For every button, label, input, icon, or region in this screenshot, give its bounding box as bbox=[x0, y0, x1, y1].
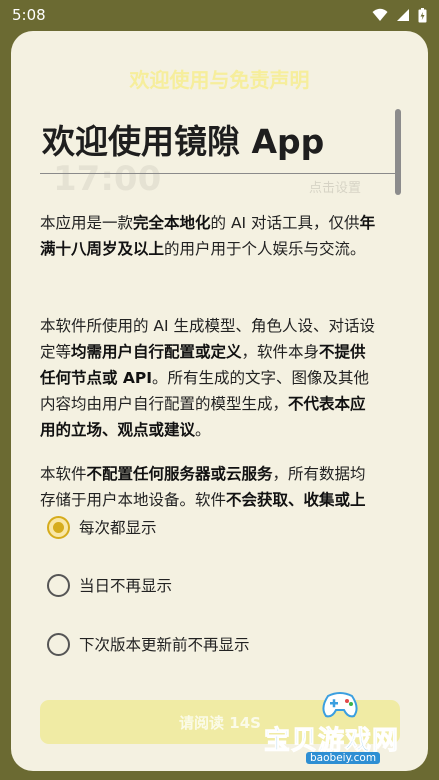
paragraph-storage: 本软件不配置任何服务器或云服务，所有数据均存储于用户本地设备。软件不会获取、收集… bbox=[40, 461, 376, 509]
option-hide-until-update[interactable]: 下次版本更新前不再显示 bbox=[47, 631, 250, 657]
disclaimer-scroll-area[interactable]: 欢迎使用镜隙 App 17:00 点击设置 本应用是一款完全本地化的 AI 对话… bbox=[11, 115, 405, 509]
status-time: 5:08 bbox=[12, 6, 46, 24]
radio-selected-dot bbox=[53, 521, 64, 533]
dialog-header: 欢迎使用与免责声明 bbox=[129, 68, 310, 92]
emphasis-text: 不配置任何服务器或云服务 bbox=[86, 465, 273, 483]
title-divider bbox=[40, 173, 400, 174]
scrollbar-thumb[interactable] bbox=[395, 109, 401, 195]
wifi-icon bbox=[372, 8, 388, 21]
emphasis-text: 均需用户自行配置或定义 bbox=[71, 343, 242, 361]
paragraph-text: 。 bbox=[195, 421, 211, 439]
paragraph-intro: 本应用是一款完全本地化的 AI 对话工具，仅供年满十八周岁及以上的用户用于个人娱… bbox=[40, 210, 376, 262]
ghost-label: 点击设置 bbox=[309, 181, 362, 196]
gamepad-icon bbox=[322, 692, 358, 718]
emphasis-text: 不会获取、收集或上 bbox=[226, 491, 366, 509]
status-bar: 5:08 bbox=[0, 0, 439, 30]
paragraph-text: 的 AI 对话工具，仅供 bbox=[210, 214, 360, 232]
signal-icon bbox=[397, 9, 409, 21]
paragraph-text: 本软件 bbox=[40, 465, 87, 483]
radio-button[interactable] bbox=[47, 573, 70, 597]
option-label: 每次都显示 bbox=[79, 519, 157, 537]
watermark: 宝贝游戏网 baobeiy.com bbox=[263, 690, 420, 764]
watermark-url: baobeiy.com bbox=[306, 752, 381, 764]
content-title: 欢迎使用镜隙 App bbox=[42, 122, 325, 161]
paragraph-text: 的用户用于个人娱乐与交流。 bbox=[164, 240, 366, 258]
radio-button[interactable] bbox=[47, 515, 70, 539]
ghost-number: 17:00 bbox=[53, 159, 162, 199]
paragraph-model: 本软件所使用的 AI 生成模型、角色人设、对话设定等均需用户自行配置或定义，软件… bbox=[40, 313, 376, 443]
option-label: 当日不再显示 bbox=[79, 577, 173, 595]
paragraph-text: ，软件本身 bbox=[241, 343, 320, 361]
paragraph-text: 本应用是一款 bbox=[40, 214, 134, 232]
status-icons bbox=[372, 7, 427, 23]
disclaimer-dialog: 欢迎使用与免责声明 欢迎使用镜隙 App 17:00 点击设置 本应用是一款完全… bbox=[11, 31, 428, 771]
option-hide-today[interactable]: 当日不再显示 bbox=[47, 572, 172, 598]
radio-button[interactable] bbox=[47, 632, 70, 656]
battery-icon bbox=[418, 7, 427, 22]
option-label: 下次版本更新前不再显示 bbox=[79, 636, 250, 654]
emphasis-text: 完全本地化 bbox=[133, 214, 211, 232]
option-always-show[interactable]: 每次都显示 bbox=[47, 514, 157, 540]
